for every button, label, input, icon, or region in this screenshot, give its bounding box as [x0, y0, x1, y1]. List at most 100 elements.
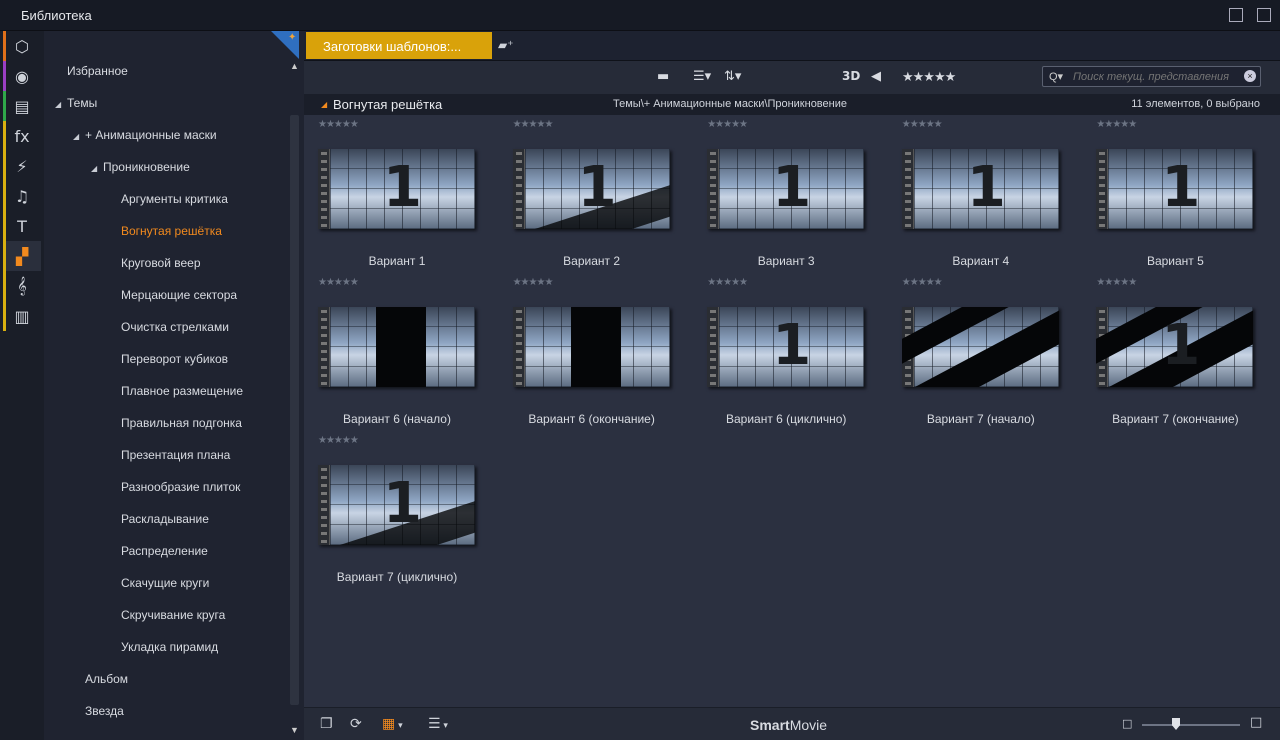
search-input[interactable]: [1073, 69, 1241, 84]
restore-window-icon[interactable]: [1257, 8, 1271, 22]
template-item[interactable]: ★★★★★ 1 Вариант 5: [1082, 116, 1276, 274]
rating-stars[interactable]: ★★★★★: [707, 119, 748, 130]
pin-corner-icon[interactable]: ✦: [271, 31, 299, 59]
tree-item[interactable]: Круговой веер: [121, 256, 201, 276]
tree-item[interactable]: Мерцающие сектора: [121, 288, 237, 308]
smartmovie-button[interactable]: SmartMovie: [750, 717, 827, 733]
template-item[interactable]: ★★★★★ 1 Вариант 6 (циклично): [693, 274, 887, 432]
3d-toggle-button[interactable]: 3D: [842, 69, 860, 83]
tree-item[interactable]: Темы: [67, 96, 97, 116]
template-thumbnail[interactable]: 1: [901, 149, 1059, 229]
tree-item[interactable]: Презентация плана: [121, 448, 230, 468]
rating-stars[interactable]: ★★★★★: [902, 277, 943, 288]
media-import-button[interactable]: ⬡: [3, 31, 41, 61]
search-box[interactable]: Q▾ ×: [1042, 66, 1261, 87]
rating-stars[interactable]: ★★★★★: [318, 119, 359, 130]
template-thumbnail[interactable]: [901, 307, 1059, 387]
tree-item[interactable]: Избранное: [67, 64, 128, 84]
template-item[interactable]: ★★★★★ 1 Вариант 3: [693, 116, 887, 274]
new-tab-icon[interactable]: ▰⁺: [498, 38, 514, 52]
template-thumbnail[interactable]: 1: [318, 149, 475, 229]
media-import-icon: ⬡: [15, 36, 29, 56]
tree-scrollbar[interactable]: [290, 115, 299, 705]
tree-item[interactable]: Плавное размещение: [121, 384, 243, 404]
title-text-button[interactable]: T: [3, 211, 41, 241]
rating-stars[interactable]: ★★★★★: [513, 277, 554, 288]
tree-item[interactable]: Очистка стрелками: [121, 320, 229, 340]
template-thumbnail[interactable]: [318, 307, 475, 387]
rating-stars[interactable]: ★★★★★: [1096, 119, 1137, 130]
template-thumbnail[interactable]: 1: [707, 149, 865, 229]
tree-item[interactable]: Переворот кубиков: [121, 352, 228, 372]
rating-stars[interactable]: ★★★★★: [318, 277, 359, 288]
tree-item[interactable]: Скачущие круги: [121, 576, 209, 596]
template-item[interactable]: ★★★★★ Вариант 6 (окончание): [499, 274, 693, 432]
tree-item[interactable]: Аргументы критика: [121, 192, 228, 212]
rating-stars[interactable]: ★★★★★: [1096, 277, 1137, 288]
tree-item[interactable]: Разнообразие плиток: [121, 480, 240, 500]
folder-icon[interactable]: ▬: [657, 69, 669, 84]
tree-item[interactable]: Укладка пирамид: [121, 640, 218, 660]
search-icon[interactable]: Q▾: [1049, 70, 1063, 83]
fx-button[interactable]: fx: [3, 121, 41, 151]
rating-filter[interactable]: ★★★★★: [902, 70, 956, 85]
tree-item[interactable]: + Анимационные маски: [85, 128, 217, 148]
expand-triangle-icon[interactable]: ◢: [73, 132, 79, 141]
tree-item[interactable]: Проникновение: [103, 160, 190, 180]
treble-clef-button[interactable]: 𝄞: [3, 271, 41, 301]
film-reel-button[interactable]: ◉: [3, 61, 41, 91]
undock-icon[interactable]: [1229, 8, 1243, 22]
template-item[interactable]: ★★★★★ 1 Вариант 4: [888, 116, 1082, 274]
tree-item[interactable]: Правильная подгонка: [121, 416, 242, 436]
rating-stars[interactable]: ★★★★★: [513, 119, 554, 130]
tag-icon[interactable]: ◀: [871, 69, 881, 84]
tree-item[interactable]: Вогнутая решётка: [121, 224, 222, 244]
rating-stars[interactable]: ★★★★★: [902, 119, 943, 130]
expand-triangle-icon[interactable]: ◢: [91, 164, 97, 173]
zoom-large-icon[interactable]: □: [1250, 715, 1262, 730]
piano-keys-button[interactable]: ▥: [3, 301, 41, 331]
montage-templates-button[interactable]: ▞: [3, 241, 41, 271]
scroll-up-icon[interactable]: ▲: [290, 61, 299, 71]
template-item[interactable]: ★★★★★ 1 Вариант 2: [499, 116, 693, 274]
template-thumbnail[interactable]: 1: [512, 149, 670, 229]
preview-image: [524, 307, 670, 387]
grid-view-icon[interactable]: ▦ ▾: [382, 716, 403, 732]
rating-stars[interactable]: ★★★★★: [318, 435, 359, 446]
scroll-down-icon[interactable]: ▼: [290, 725, 299, 735]
template-thumbnail[interactable]: [512, 307, 670, 387]
zoom-small-icon[interactable]: □: [1122, 717, 1132, 730]
template-item[interactable]: ★★★★★ Вариант 6 (начало): [304, 274, 498, 432]
music-note-button[interactable]: ♫: [3, 181, 41, 211]
template-item[interactable]: ★★★★★ 1 Вариант 1: [304, 116, 498, 274]
expand-triangle-icon[interactable]: ◢: [55, 100, 61, 109]
template-label: Вариант 2: [563, 254, 621, 268]
clear-search-icon[interactable]: ×: [1244, 70, 1256, 82]
list-view-icon[interactable]: ☰▾: [693, 69, 711, 84]
multi-select-icon[interactable]: ❐: [320, 716, 333, 732]
project-stack-button[interactable]: ▤: [3, 91, 41, 121]
tab-templates[interactable]: Заготовки шаблонов:...: [306, 32, 492, 59]
collapse-icon[interactable]: ◢: [321, 100, 327, 109]
template-thumbnail[interactable]: 1: [707, 307, 865, 387]
refresh-icon[interactable]: ⟳: [350, 716, 362, 732]
zoom-slider[interactable]: [1142, 724, 1240, 726]
tree-item[interactable]: Распределение: [121, 544, 208, 564]
preview-number: 1: [383, 155, 422, 220]
sort-icon[interactable]: ⇅▾: [724, 69, 741, 84]
template-item[interactable]: ★★★★★ 1 Вариант 7 (окончание): [1082, 274, 1276, 432]
rating-stars[interactable]: ★★★★★: [707, 277, 748, 288]
template-thumbnail[interactable]: 1: [1096, 149, 1254, 229]
lightning-button[interactable]: ⚡: [3, 151, 41, 181]
tree-item[interactable]: Скручивание круга: [121, 608, 225, 628]
template-item[interactable]: ★★★★★ Вариант 7 (начало): [888, 274, 1082, 432]
tree-item[interactable]: Раскладывание: [121, 512, 209, 532]
preview-number: 1: [1161, 313, 1201, 378]
tree-item[interactable]: Альбом: [85, 672, 128, 692]
template-thumbnail[interactable]: 1: [318, 465, 475, 545]
zoom-slider-knob[interactable]: [1172, 718, 1180, 730]
tree-item[interactable]: Звезда: [85, 704, 124, 724]
menu-icon[interactable]: ☰ ▾: [428, 716, 448, 732]
template-item[interactable]: ★★★★★ 1 Вариант 7 (циклично): [304, 432, 498, 590]
template-thumbnail[interactable]: 1: [1096, 307, 1254, 387]
